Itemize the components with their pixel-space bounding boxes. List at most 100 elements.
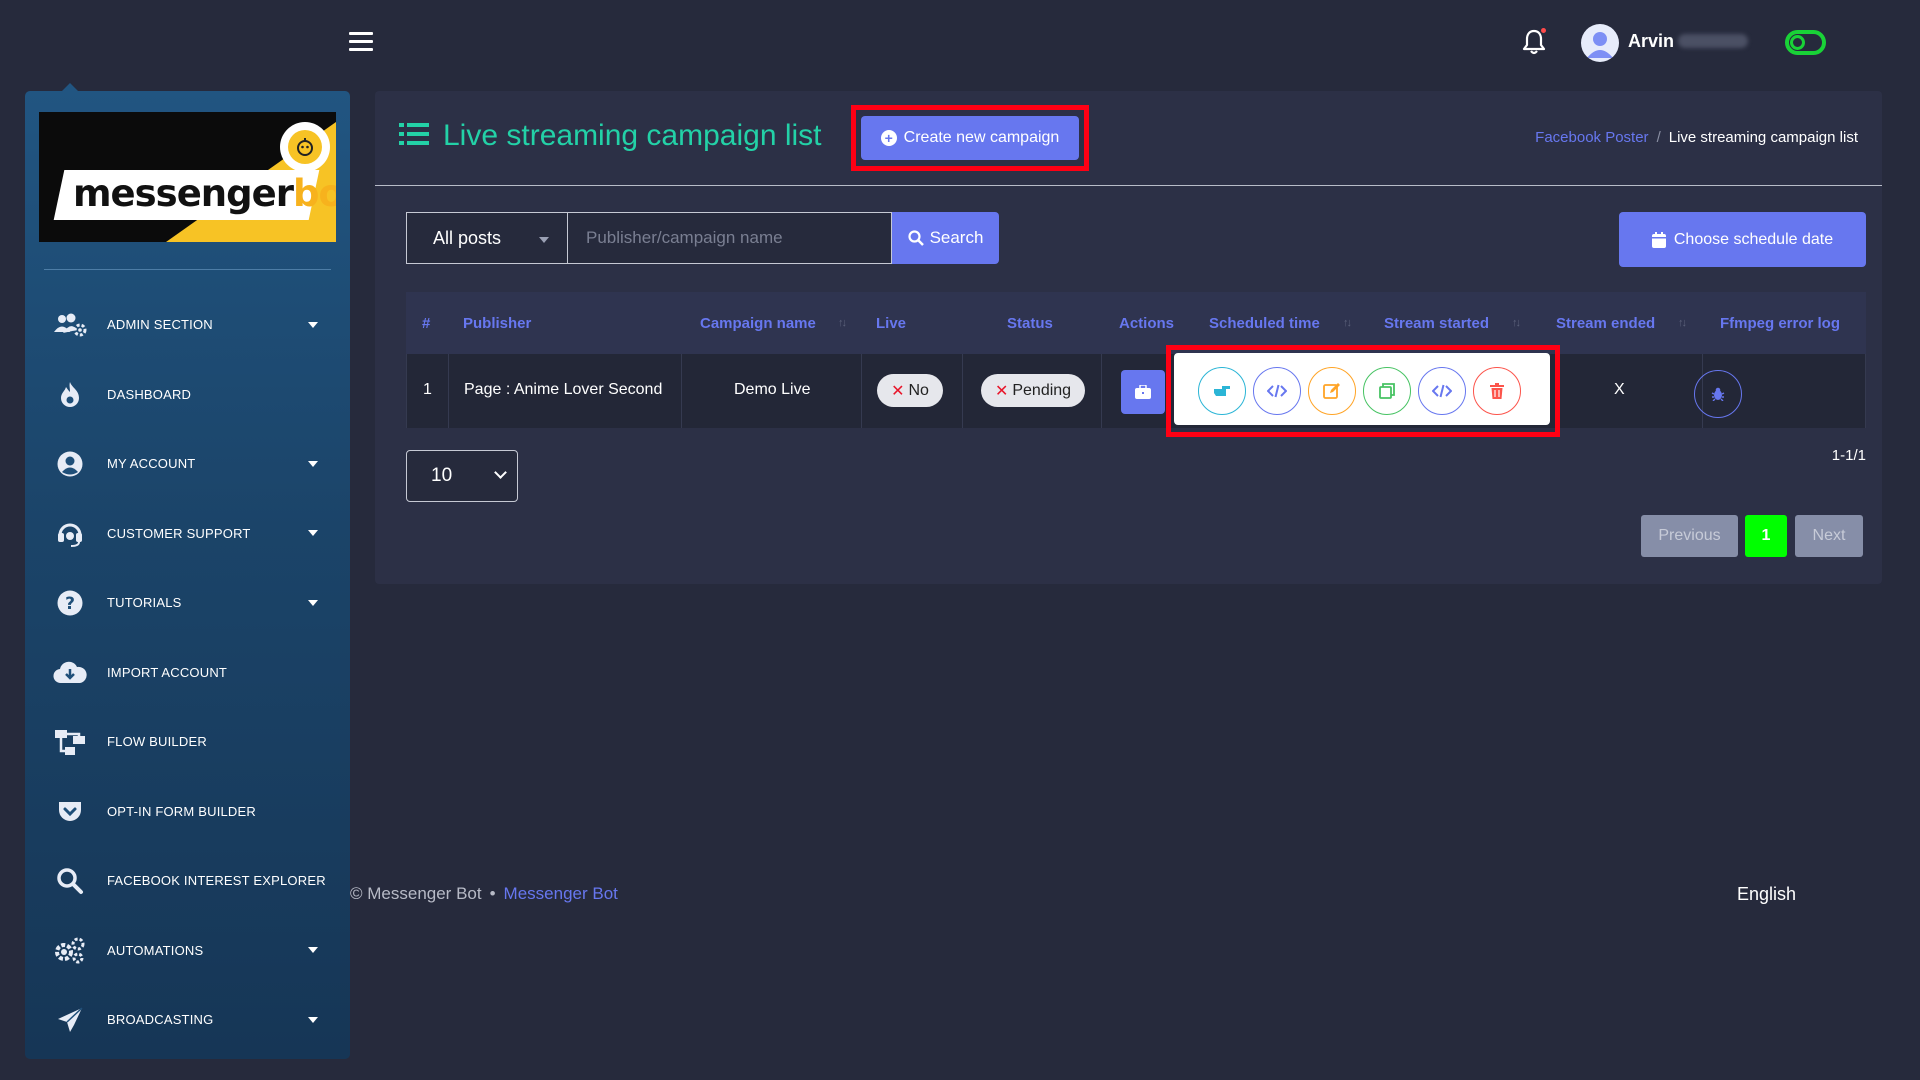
column-header-stream-ended[interactable]: Stream ended bbox=[1556, 315, 1655, 332]
svg-text:?: ? bbox=[65, 594, 75, 614]
column-header-live[interactable]: Live bbox=[876, 315, 906, 332]
actions-toggle-button[interactable] bbox=[1121, 370, 1165, 414]
bot-mascot-icon bbox=[280, 122, 330, 172]
chevron-down-icon bbox=[308, 1016, 318, 1023]
hand-point-icon bbox=[1213, 384, 1231, 398]
table-row: 1 Page : Anime Lover Second Demo Live ✕ N… bbox=[406, 354, 1866, 428]
pagination-page-1[interactable]: 1 bbox=[1745, 515, 1787, 557]
footer-copyright: © Messenger Bot bbox=[350, 884, 482, 903]
search-filter-group: All posts Search bbox=[406, 212, 999, 264]
trash-icon bbox=[1490, 383, 1504, 399]
status-badge: ✕ Pending bbox=[981, 374, 1085, 407]
sort-icon[interactable]: ↑↓ bbox=[1678, 317, 1687, 329]
ffmpeg-error-log-button[interactable] bbox=[1694, 370, 1742, 418]
code-icon bbox=[1267, 384, 1287, 398]
sidebar-item-facebook-interest-explorer[interactable]: FACEBOOK INTEREST EXPLORER bbox=[25, 846, 350, 916]
edit-icon bbox=[1323, 382, 1341, 400]
row-campaign-name: Demo Live bbox=[734, 381, 811, 398]
clone-campaign-button[interactable] bbox=[1363, 367, 1411, 415]
breadcrumb-current: Live streaming campaign list bbox=[1668, 129, 1858, 146]
sidebar-item-label: FACEBOOK INTEREST EXPLORER bbox=[107, 873, 326, 889]
notification-bell-icon[interactable] bbox=[1521, 28, 1547, 56]
live-status-badge: ✕ No bbox=[877, 374, 943, 407]
sidebar-item-tutorials[interactable]: ? TUTORIALS bbox=[25, 568, 350, 638]
column-header-publisher[interactable]: Publisher bbox=[463, 315, 531, 332]
search-input[interactable] bbox=[568, 212, 892, 264]
embed-code-button[interactable] bbox=[1253, 367, 1301, 415]
sidebar-item-dashboard[interactable]: DASHBOARD bbox=[25, 360, 350, 430]
post-type-select[interactable]: All posts bbox=[406, 212, 568, 264]
sidebar-item-my-account[interactable]: MY ACCOUNT bbox=[25, 429, 350, 499]
question-circle-icon: ? bbox=[53, 586, 87, 620]
caret-down-icon bbox=[539, 237, 549, 243]
column-header-campaign-name[interactable]: Campaign name bbox=[700, 315, 816, 332]
plus-circle-icon: + bbox=[880, 130, 897, 146]
column-header-scheduled-time[interactable]: Scheduled time bbox=[1209, 315, 1320, 332]
pagination-next-button[interactable]: Next bbox=[1795, 515, 1863, 557]
user-avatar[interactable] bbox=[1581, 24, 1619, 62]
logo-text: messengerbot bbox=[73, 172, 336, 215]
edit-campaign-button[interactable] bbox=[1308, 367, 1356, 415]
sort-icon[interactable]: ↑↓ bbox=[1343, 317, 1352, 329]
go-live-button[interactable] bbox=[1198, 367, 1246, 415]
embed-code-button-2[interactable] bbox=[1418, 367, 1466, 415]
sidebar-item-label: OPT-IN FORM BUILDER bbox=[107, 803, 256, 819]
sidebar-pointer bbox=[62, 83, 78, 91]
campaign-table: # Publisher Campaign name ↑↓ Live Status… bbox=[406, 292, 1866, 428]
sidebar-item-label: CUSTOMER SUPPORT bbox=[107, 525, 251, 541]
sidebar-item-admin-section[interactable]: ADMIN SECTION bbox=[25, 290, 350, 360]
sidebar-item-opt-in-form-builder[interactable]: OPT-IN FORM BUILDER bbox=[25, 777, 350, 847]
breadcrumb-separator: / bbox=[1656, 129, 1661, 146]
theme-toggle[interactable] bbox=[1785, 30, 1826, 55]
list-icon bbox=[399, 121, 429, 152]
copy-icon bbox=[1379, 383, 1395, 399]
row-publisher: Page : Anime Lover Second bbox=[464, 381, 663, 398]
sidebar-item-label: MY ACCOUNT bbox=[107, 456, 196, 472]
header-divider bbox=[375, 185, 1882, 186]
column-header-ffmpeg-error-log: Ffmpeg error log bbox=[1720, 314, 1841, 332]
cloud-download-icon bbox=[53, 655, 87, 689]
sidebar-item-import-account[interactable]: IMPORT ACCOUNT bbox=[25, 638, 350, 708]
sidebar-item-label: AUTOMATIONS bbox=[107, 942, 204, 958]
brand-logo[interactable]: messengerbot bbox=[39, 112, 336, 242]
schedule-button-label: Choose schedule date bbox=[1673, 230, 1834, 248]
search-icon bbox=[907, 230, 924, 246]
sidebar-item-flow-builder[interactable]: FLOW BUILDER bbox=[25, 707, 350, 777]
code-icon bbox=[1432, 384, 1452, 398]
search-icon bbox=[53, 864, 87, 898]
page-title-text: Live streaming campaign list bbox=[443, 119, 822, 152]
choose-schedule-date-button[interactable]: Choose schedule date bbox=[1619, 212, 1866, 267]
sidebar-item-label: TUTORIALS bbox=[107, 595, 182, 611]
menu-toggle-icon[interactable] bbox=[349, 32, 373, 52]
cogs-icon bbox=[53, 933, 87, 967]
column-header-index[interactable]: # bbox=[422, 315, 430, 332]
column-header-stream-started[interactable]: Stream started bbox=[1384, 315, 1489, 332]
delete-campaign-button[interactable] bbox=[1473, 367, 1521, 415]
footer-link[interactable]: Messenger Bot bbox=[504, 884, 618, 904]
chevron-down-icon bbox=[308, 599, 318, 606]
page-length-value: 10 bbox=[431, 465, 453, 486]
sidebar-item-broadcasting[interactable]: BROADCASTING bbox=[25, 985, 350, 1055]
sort-icon[interactable]: ↑↓ bbox=[838, 317, 847, 329]
campaign-list-card: Live streaming campaign list + Create ne… bbox=[375, 91, 1882, 584]
users-cog-icon bbox=[53, 308, 87, 342]
page-info: 1-1/1 bbox=[1831, 447, 1866, 464]
sidebar-item-customer-support[interactable]: CUSTOMER SUPPORT bbox=[25, 499, 350, 569]
sort-icon[interactable]: ↑↓ bbox=[1512, 317, 1521, 329]
chevron-down-icon bbox=[308, 321, 318, 328]
sitemap-icon bbox=[53, 725, 87, 759]
column-header-status[interactable]: Status bbox=[1007, 315, 1053, 332]
footer: © Messenger Bot • Messenger Bot bbox=[350, 884, 618, 904]
breadcrumb-facebook-poster[interactable]: Facebook Poster bbox=[1535, 129, 1648, 146]
chevron-down-icon bbox=[308, 947, 318, 954]
column-header-actions: Actions bbox=[1119, 314, 1175, 332]
pagination-previous-button[interactable]: Previous bbox=[1641, 515, 1738, 557]
page-length-select[interactable]: 10 bbox=[406, 450, 518, 502]
paper-plane-icon bbox=[53, 1003, 87, 1037]
sidebar-item-automations[interactable]: AUTOMATIONS bbox=[25, 916, 350, 986]
fire-icon bbox=[53, 377, 87, 411]
search-button[interactable]: Search bbox=[892, 212, 999, 264]
language-selector[interactable]: English bbox=[1737, 884, 1796, 905]
user-name[interactable]: Arvin bbox=[1628, 31, 1674, 52]
create-campaign-button[interactable]: + Create new campaign bbox=[861, 116, 1079, 160]
